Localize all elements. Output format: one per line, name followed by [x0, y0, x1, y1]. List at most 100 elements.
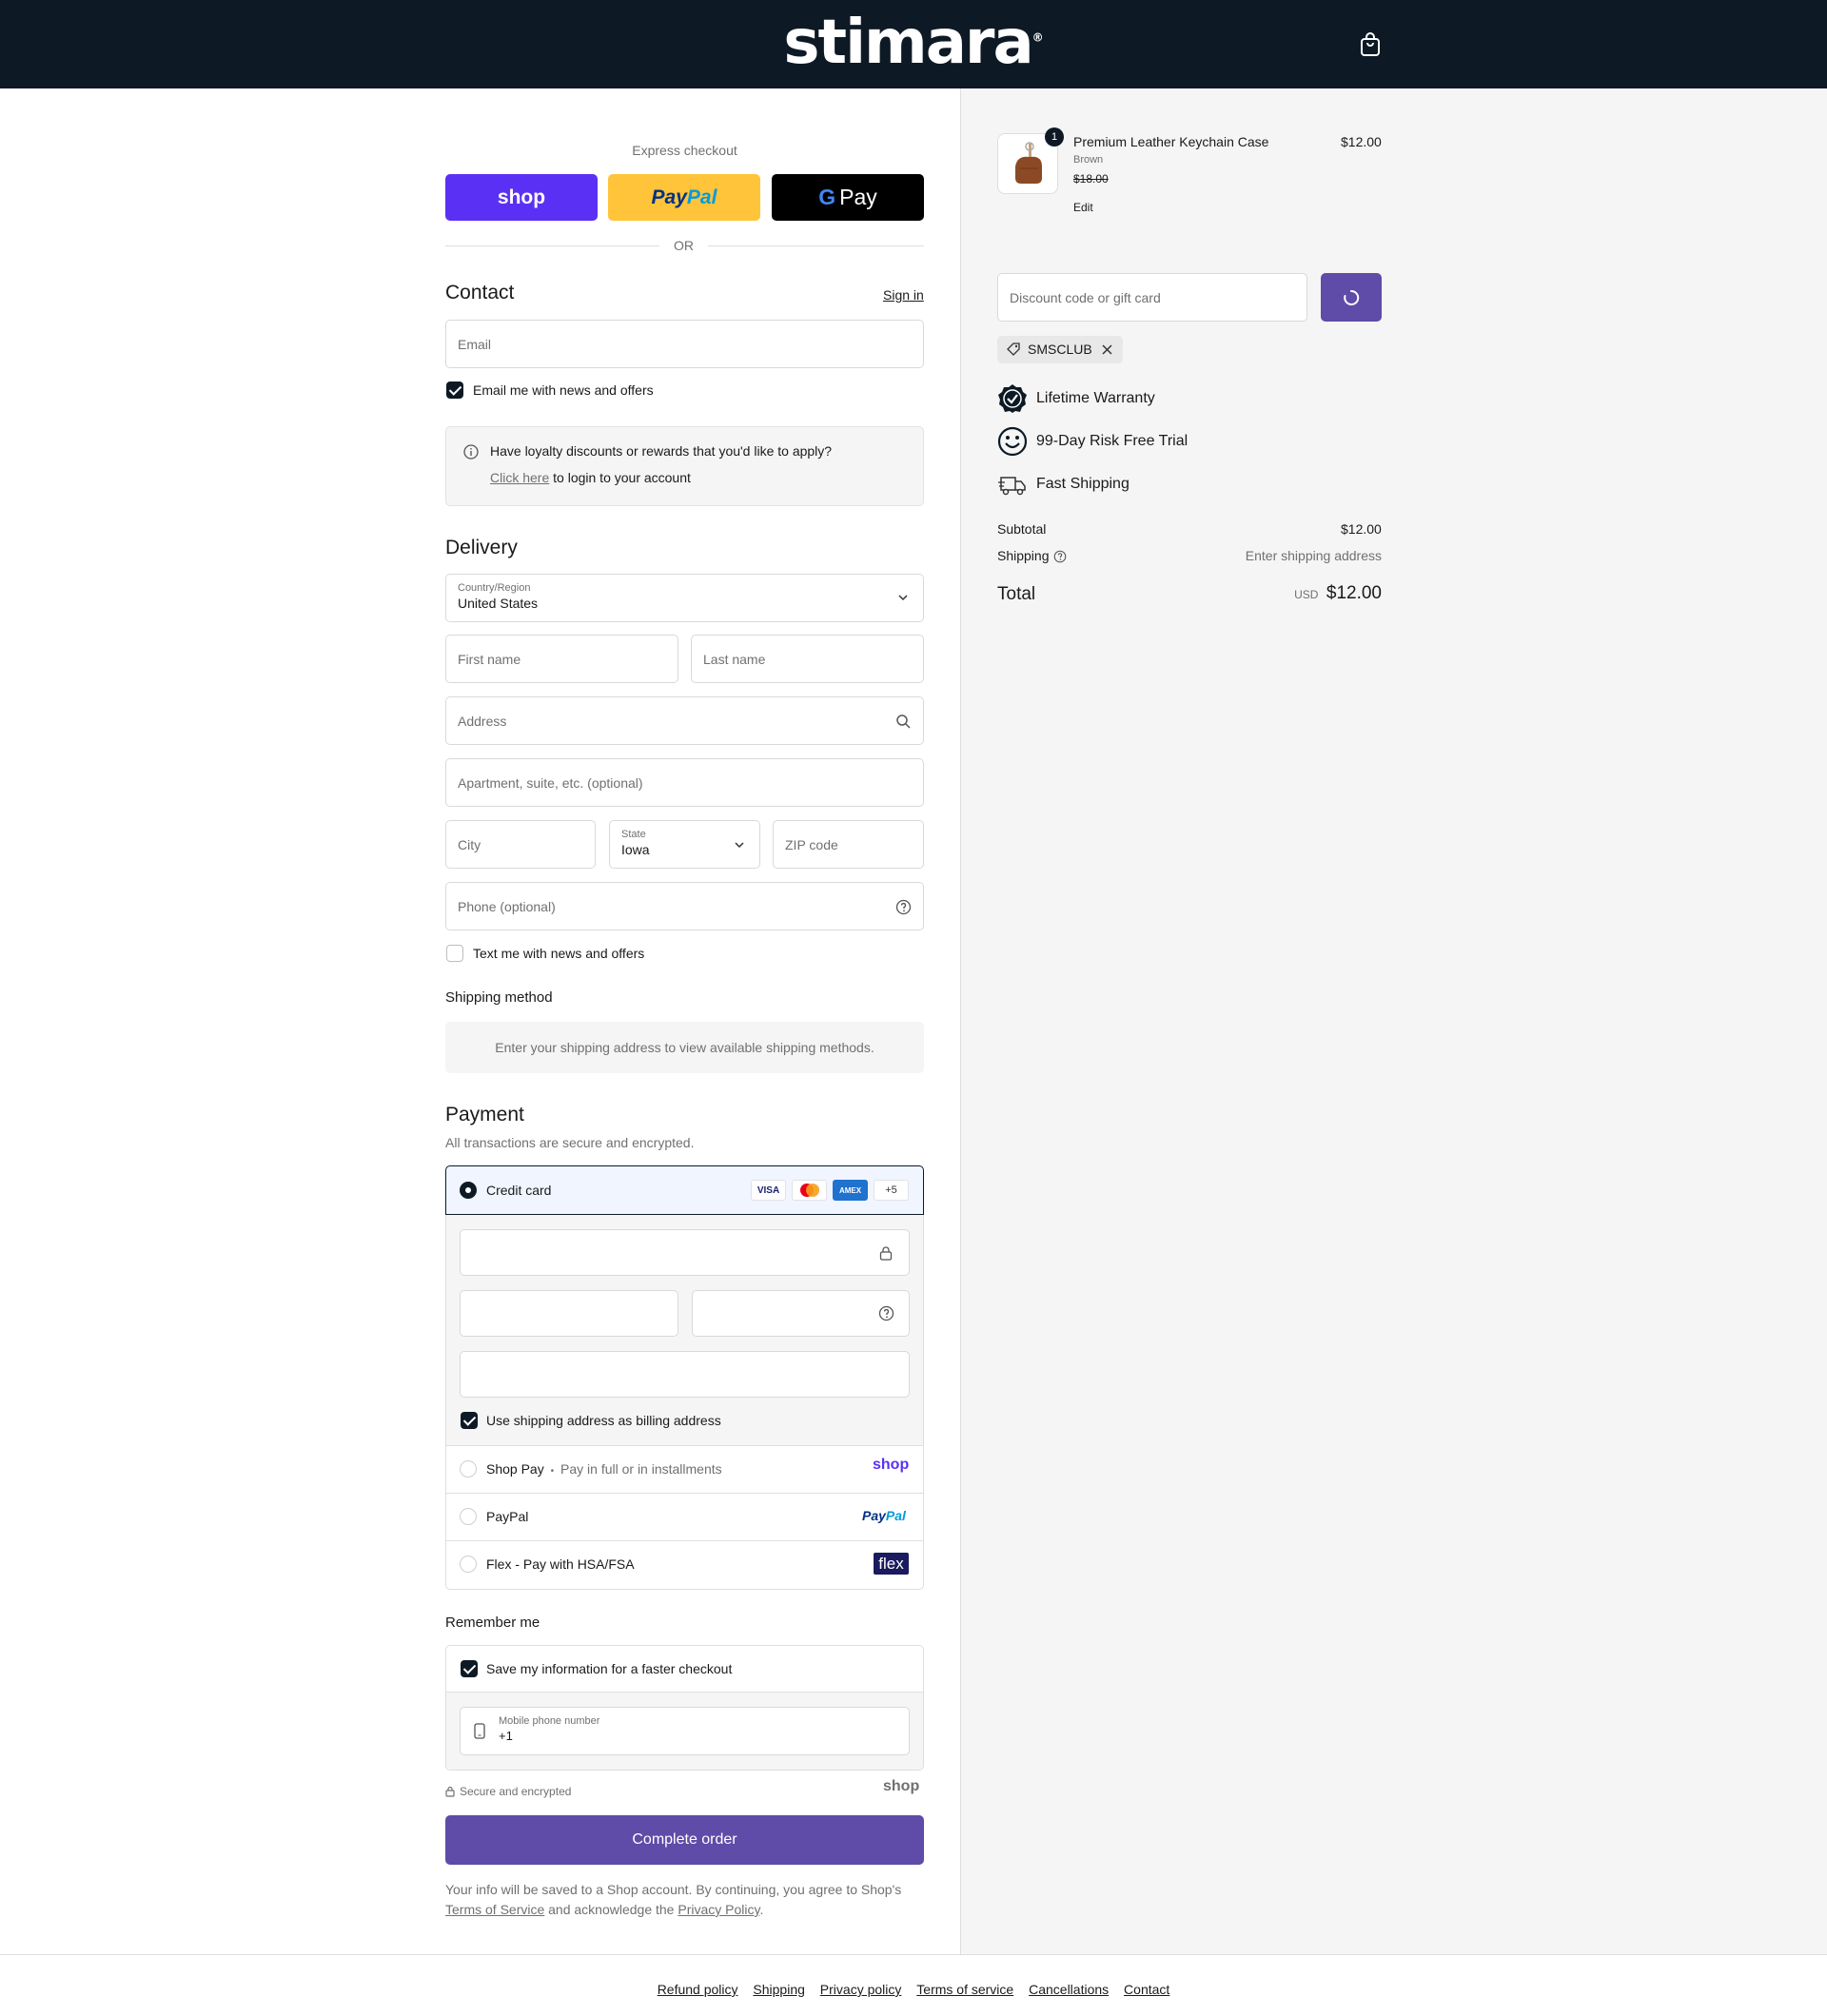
save-info-checkbox[interactable] — [461, 1660, 478, 1677]
mobile-label: Mobile phone number — [499, 1715, 600, 1727]
shopping-bag-icon[interactable] — [1359, 32, 1382, 57]
divider — [445, 245, 659, 246]
credit-card-radio[interactable] — [460, 1182, 477, 1199]
loyalty-banner — [445, 426, 924, 506]
expiration-input[interactable] — [460, 1290, 678, 1337]
close-icon[interactable] — [1101, 343, 1113, 356]
search-icon — [896, 714, 911, 729]
visa-icon: VISA — [751, 1180, 786, 1201]
shop-pay-logo: shop — [873, 1457, 910, 1473]
country-label: Country/Region — [458, 582, 531, 594]
shipping-method-heading: Shipping method — [445, 989, 553, 1006]
shipping-value: Enter shipping address — [1245, 548, 1382, 563]
apply-discount-button[interactable] — [1321, 273, 1382, 322]
paypal-label: PayPal — [486, 1509, 529, 1524]
smiley-icon — [997, 426, 1028, 457]
footer-links: Refund policy Shipping Privacy policy Te… — [0, 1982, 1827, 1997]
flex-label: Flex - Pay with HSA/FSA — [486, 1556, 635, 1572]
paypal-radio[interactable] — [460, 1508, 477, 1525]
help-icon[interactable] — [1053, 550, 1067, 563]
store-logo[interactable]: stimara® — [780, 8, 1047, 78]
product-name: Premium Leather Keychain Case — [1073, 134, 1269, 149]
terms-of-service-link[interactable]: Terms of service — [916, 1982, 1013, 1997]
express-checkout-label: Express checkout — [632, 143, 737, 158]
mastercard-icon — [792, 1180, 827, 1201]
complete-order-button[interactable]: Complete order — [445, 1815, 924, 1865]
total-value: $12.00 — [1326, 583, 1382, 603]
amex-icon: AMEX — [833, 1180, 868, 1201]
shop-pay-separator: • — [550, 1466, 555, 1477]
subtotal-value: $12.00 — [1341, 521, 1382, 537]
flex-radio[interactable] — [460, 1556, 477, 1573]
privacy-policy-link[interactable]: Privacy policy — [820, 1982, 902, 1997]
lock-icon — [445, 1786, 455, 1797]
or-separator: OR — [674, 238, 694, 253]
chevron-down-icon — [898, 595, 908, 601]
shipping-link[interactable]: Shipping — [753, 1982, 805, 1997]
google-pay-button[interactable]: G Pay — [772, 174, 924, 221]
terms-of-service-link[interactable]: Terms of Service — [445, 1902, 544, 1917]
country-value: United States — [458, 596, 539, 611]
shop-pay-radio[interactable] — [460, 1460, 477, 1478]
country-select[interactable]: Country/Region United States — [445, 574, 924, 622]
secure-encrypted-text: Secure and encrypted — [460, 1785, 572, 1798]
remember-heading: Remember me — [445, 1615, 540, 1631]
chevron-down-icon — [735, 842, 744, 849]
security-code-input[interactable] — [692, 1290, 910, 1337]
total-label: Total — [997, 584, 1036, 604]
discount-code-input[interactable]: Discount code or gift card — [997, 273, 1307, 322]
first-name-input[interactable]: First name — [445, 635, 678, 683]
address-input[interactable]: Address — [445, 696, 924, 745]
currency-code: USD — [1294, 588, 1319, 601]
loading-spinner-icon — [1344, 289, 1360, 305]
flex-logo: flex — [874, 1553, 909, 1575]
shop-pay-desc: Pay in full or in installments — [560, 1461, 722, 1477]
card-number-input[interactable] — [460, 1229, 910, 1276]
divider — [708, 245, 924, 246]
loyalty-login-link[interactable]: Click here — [490, 470, 549, 485]
apartment-input[interactable]: Apartment, suite, etc. (optional) — [445, 758, 924, 807]
help-icon[interactable] — [895, 899, 912, 915]
contact-heading: Contact — [445, 282, 515, 303]
email-news-label: Email me with news and offers — [473, 382, 654, 398]
phone-input[interactable]: Phone (optional) — [445, 882, 924, 930]
perk-risk-free-trial: 99-Day Risk Free Trial — [1036, 433, 1189, 449]
quantity-badge: 1 — [1045, 127, 1064, 147]
tag-icon — [1007, 343, 1020, 356]
contact-link[interactable]: Contact — [1124, 1982, 1169, 1997]
state-label: State — [621, 829, 646, 840]
text-news-label: Text me with news and offers — [473, 946, 645, 961]
shop-pay-express-button[interactable]: shop — [445, 174, 598, 221]
cancellations-link[interactable]: Cancellations — [1029, 1982, 1109, 1997]
zip-input[interactable]: ZIP code — [773, 820, 924, 869]
last-name-input[interactable]: Last name — [691, 635, 924, 683]
billing-same-label: Use shipping address as billing address — [486, 1413, 721, 1428]
help-icon[interactable] — [878, 1305, 894, 1321]
privacy-policy-link[interactable]: Privacy Policy — [678, 1902, 759, 1917]
name-on-card-input[interactable] — [460, 1351, 910, 1398]
perk-fast-shipping: Fast Shipping — [1036, 476, 1130, 492]
shipping-label: Shipping — [997, 548, 1050, 563]
paypal-express-button[interactable]: Pay Pal — [608, 174, 760, 221]
email-news-checkbox[interactable] — [446, 382, 463, 399]
product-variant: Brown — [1073, 154, 1104, 166]
city-input[interactable]: City — [445, 820, 596, 869]
loyalty-suffix: to login to your account — [553, 470, 691, 485]
email-input[interactable]: Email — [445, 320, 924, 368]
save-info-label: Save my information for a faster checkou… — [486, 1661, 733, 1676]
info-icon — [463, 444, 479, 460]
loyalty-text: Have loyalty discounts or rewards that y… — [490, 443, 833, 459]
edit-product-link[interactable]: Edit — [1073, 201, 1093, 214]
perk-lifetime-warranty: Lifetime Warranty — [1036, 390, 1155, 406]
order-summary-panel — [960, 88, 1827, 1955]
sign-in-link[interactable]: Sign in — [883, 287, 924, 303]
paypal-logo: PayPal — [862, 1508, 906, 1523]
verified-badge-icon — [998, 384, 1027, 413]
refund-policy-link[interactable]: Refund policy — [658, 1982, 738, 1997]
product-old-price: $18.00 — [1073, 172, 1109, 186]
text-news-checkbox[interactable] — [446, 945, 463, 962]
google-g-icon: G — [818, 185, 836, 209]
billing-same-checkbox[interactable] — [461, 1412, 478, 1429]
payment-subtitle: All transactions are secure and encrypte… — [445, 1135, 695, 1150]
mobile-phone-input[interactable]: Mobile phone number +1 — [460, 1707, 910, 1755]
